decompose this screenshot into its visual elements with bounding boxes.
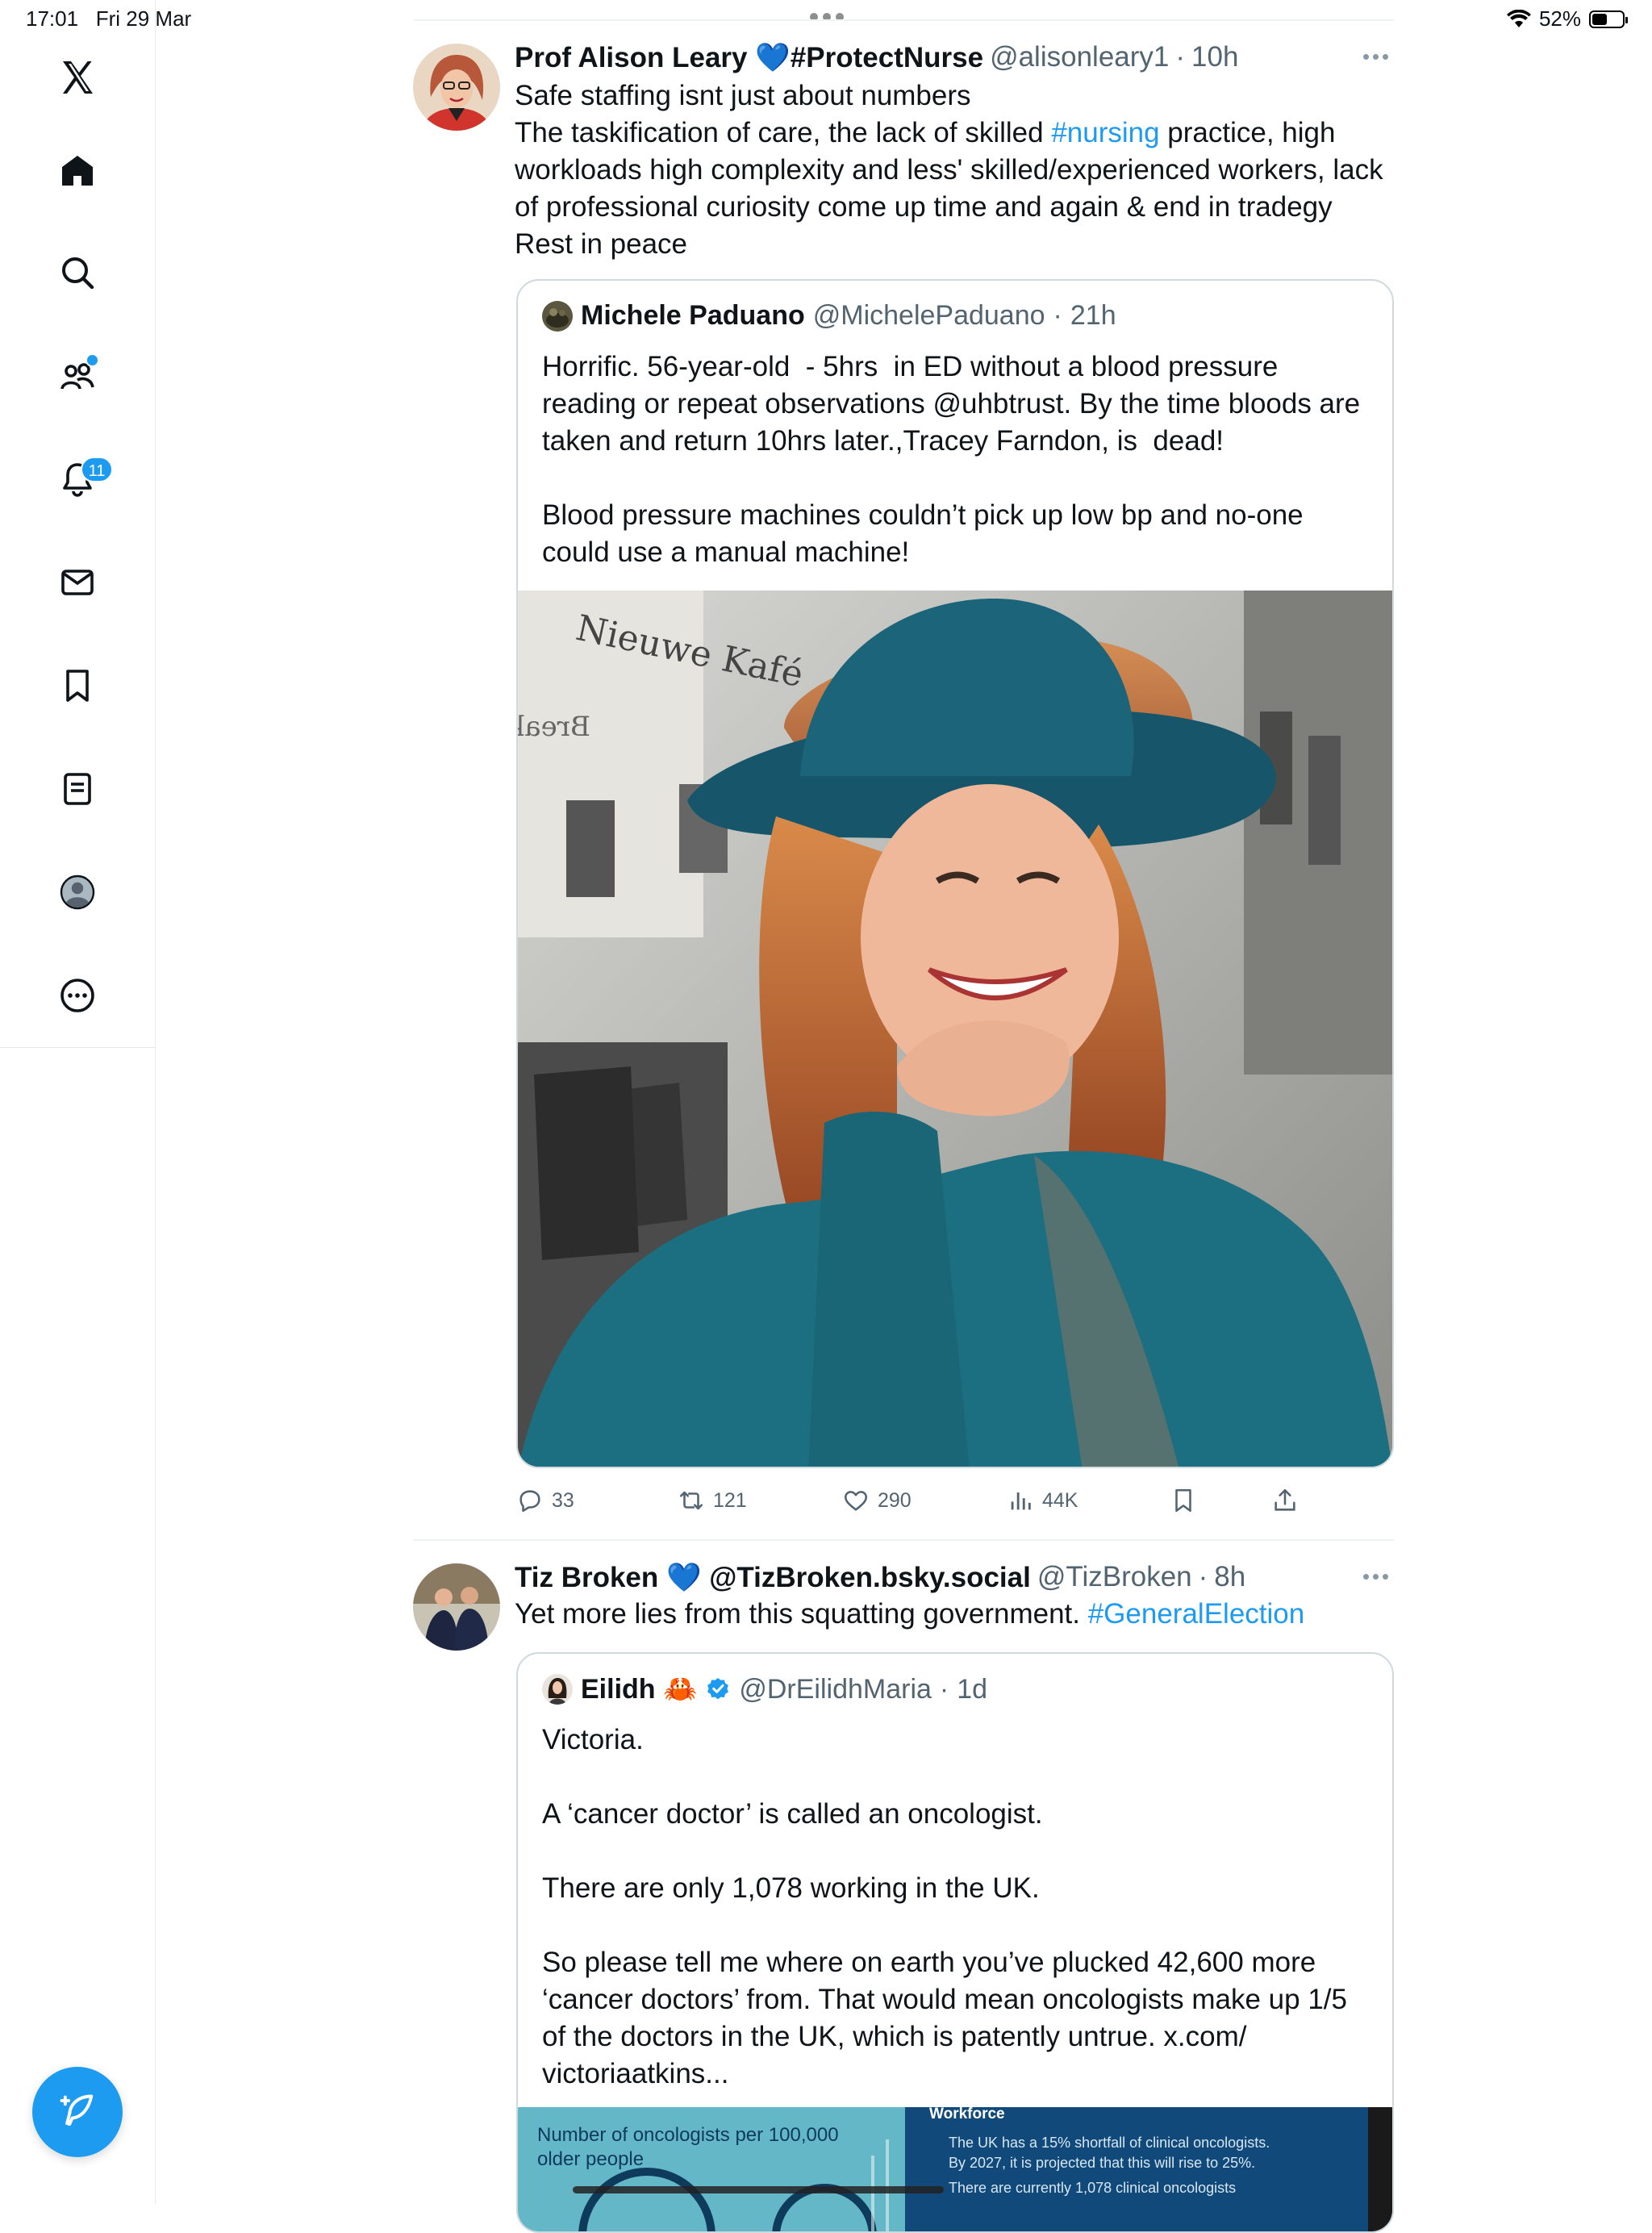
quote-text: Victoria. A ‘cancer doctor’ is called an… (542, 1724, 1347, 2089)
tweet-more-icon[interactable] (1363, 54, 1388, 60)
x-logo-icon[interactable] (52, 52, 103, 103)
quote-time[interactable]: 1d (957, 1674, 987, 1705)
sidebar-divider (0, 1047, 155, 1048)
hashtag-link[interactable]: #nursing (1051, 117, 1159, 148)
quote-author-name[interactable]: Michele Paduano (581, 300, 805, 332)
quote-time[interactable]: 21h (1070, 300, 1116, 332)
quoted-tweet[interactable]: Eilidh 🦀 @DrEilidhMaria · 1d Victoria. A… (516, 1652, 1394, 2233)
tweet-text: Safe staffing isnt just about numbers Th… (515, 77, 1394, 263)
compose-feather-icon (60, 2094, 94, 2127)
profile-avatar-icon[interactable] (52, 866, 103, 918)
author-handle[interactable]: @alisonleary1 (990, 41, 1169, 73)
verified-badge-icon (707, 1678, 729, 1700)
separator-dot: · (1053, 300, 1062, 331)
bookmark-button[interactable] (1170, 1483, 1197, 1518)
messages-envelope-icon[interactable] (52, 557, 103, 608)
quote-header: Michele Paduano @MichelePaduano · 21h (542, 300, 1116, 332)
communities-dot-badge (86, 353, 99, 367)
retweet-count: 121 (713, 1488, 747, 1512)
avatar-michele-paduano[interactable] (542, 300, 573, 332)
tweet-header: Tiz Broken 💙 @TizBroken.bsky.social @Tiz… (515, 1559, 1245, 1596)
infographic-right-title: Workforce (929, 2107, 1005, 2122)
wifi-icon (1506, 9, 1531, 27)
hashtag-link[interactable]: #GeneralElection (1088, 1598, 1305, 1630)
tweet-more-icon[interactable] (1363, 1574, 1388, 1580)
tweet-divider (413, 1539, 1394, 1541)
quote-photo[interactable]: Nieuwe Kafé Break (518, 591, 1392, 1467)
avatar-eilidh[interactable] (542, 1674, 573, 1705)
like-button[interactable]: 290 (842, 1483, 912, 1518)
tweet-header: Prof Alison Leary 💙#ProtectNurse @alison… (515, 39, 1238, 76)
photo-sign-text-2: Break (518, 711, 590, 743)
heart-icon (844, 1491, 868, 1511)
sidebar: 11 (0, 0, 156, 2204)
reply-button[interactable]: 33 (516, 1483, 574, 1518)
reply-count: 33 (552, 1488, 574, 1512)
more-options-icon[interactable] (52, 970, 103, 1021)
lists-icon[interactable] (52, 763, 103, 815)
retweet-button[interactable]: 121 (678, 1483, 747, 1518)
reply-icon (519, 1490, 540, 1513)
views-count: 44K (1042, 1488, 1078, 1512)
views-button[interactable]: 44K (1007, 1483, 1078, 1518)
infographic-line-3: There are currently 1,078 clinical oncol… (949, 2180, 1236, 2196)
quote-author-name[interactable]: Eilidh 🦀 (581, 1673, 697, 1705)
tweet-text-part: Yet more lies from this squatting govern… (515, 1598, 1088, 1630)
author-name[interactable]: Prof Alison Leary 💙#ProtectNurse (515, 41, 983, 74)
quote-infographic-image[interactable]: Number of oncologists per 100,000 older p… (518, 2107, 1392, 2231)
share-button[interactable] (1271, 1483, 1299, 1518)
bookmarks-icon[interactable] (52, 660, 103, 712)
quote-header: Eilidh 🦀 @DrEilidhMaria · 1d (542, 1673, 987, 1705)
compose-post-button[interactable] (32, 2067, 123, 2157)
separator-dot: · (1175, 41, 1186, 73)
quote-text: Horrific. 56-year-old - 5hrs in ED witho… (542, 351, 1361, 568)
notifications-badge: 11 (81, 457, 113, 482)
quote-author-handle[interactable]: @DrEilidhMaria (739, 1674, 932, 1705)
author-handle[interactable]: @TizBroken (1037, 1561, 1192, 1593)
search-icon[interactable] (52, 247, 103, 298)
infographic-line-2: By 2027, it is projected that this will … (949, 2155, 1255, 2171)
share-icon (1274, 1488, 1295, 1511)
tweet-time[interactable]: 10h (1191, 41, 1238, 73)
battery-icon (1589, 10, 1628, 28)
infographic-line-1: The UK has a 15% shortfall of clinical o… (949, 2135, 1270, 2151)
views-chart-icon (1011, 1492, 1031, 1510)
tweet-time[interactable]: 8h (1214, 1561, 1245, 1593)
tweet-text: Yet more lies from this squatting govern… (515, 1596, 1394, 1633)
feed-top-divider (413, 19, 1394, 21)
status-right: 52% (1506, 6, 1628, 31)
battery-percent: 52% (1538, 6, 1581, 31)
tweet-actions: 33 121 290 44K (516, 1483, 1395, 1518)
tweet-text-part: Safe staffing isnt just about numbers Th… (515, 80, 1044, 148)
bookmark-icon (1175, 1488, 1191, 1513)
home-icon[interactable] (52, 145, 103, 197)
retweet-icon (679, 1491, 703, 1510)
avatar-alison-leary[interactable] (413, 44, 500, 131)
like-count: 290 (878, 1488, 912, 1512)
author-name[interactable]: Tiz Broken 💙 @TizBroken.bsky.social (515, 1561, 1031, 1594)
home-indicator (573, 2186, 944, 2193)
avatar-tiz-broken[interactable] (413, 1563, 500, 1651)
separator-dot: · (1198, 1561, 1208, 1592)
quoted-tweet[interactable]: Michele Paduano @MichelePaduano · 21h Ho… (516, 279, 1394, 1468)
quote-author-handle[interactable]: @MichelePaduano (813, 300, 1045, 332)
separator-dot: · (939, 1673, 949, 1705)
